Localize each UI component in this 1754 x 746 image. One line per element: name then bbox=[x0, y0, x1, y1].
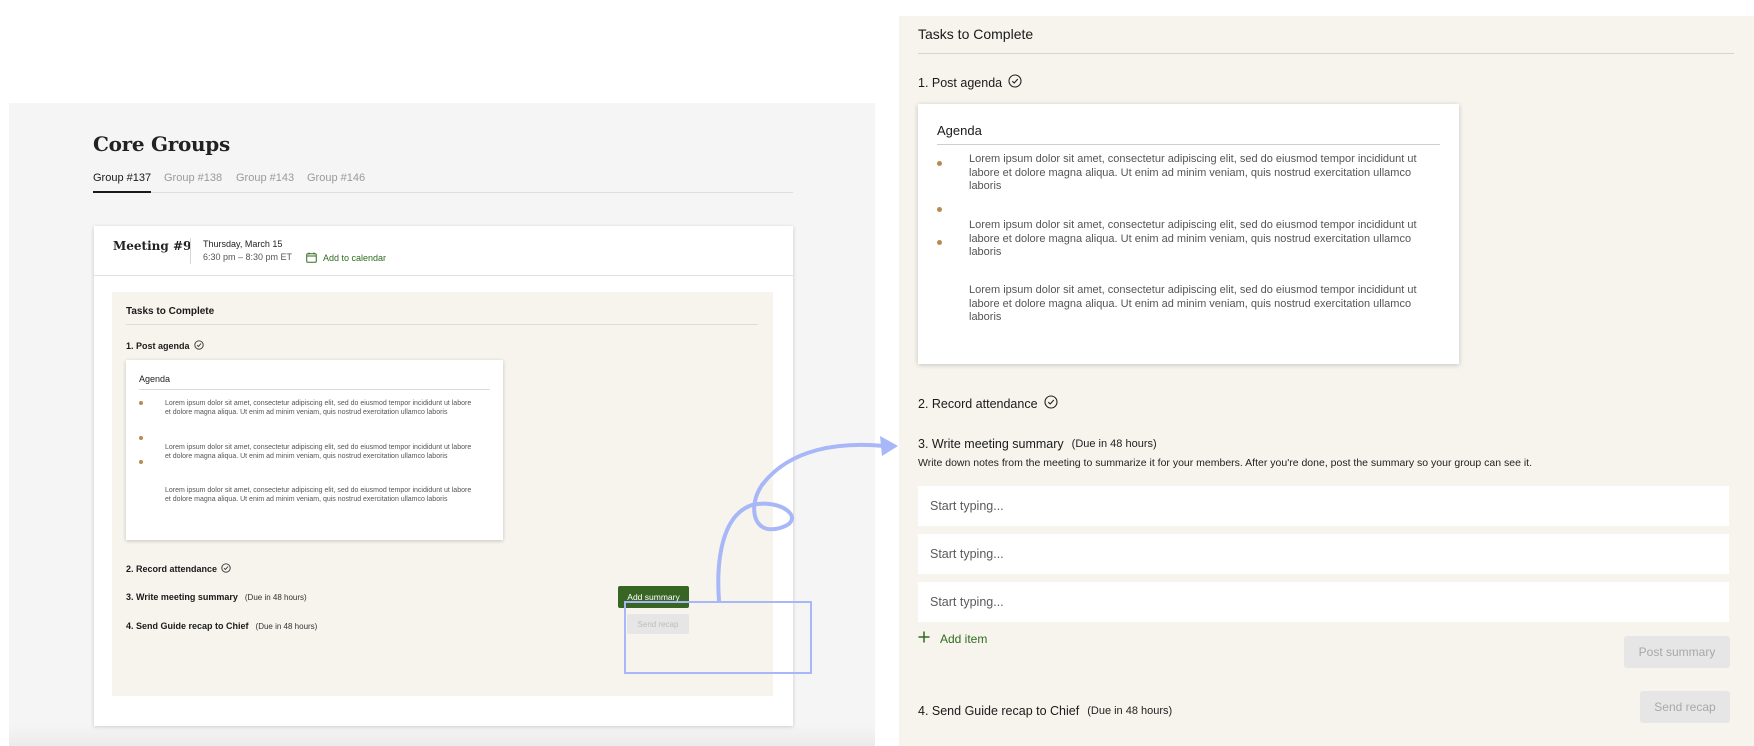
task-send-recap-label: 4. Send Guide recap to Chief bbox=[918, 704, 1080, 718]
agenda-card: Agenda Lorem ipsum dolor sit amet, conse… bbox=[918, 104, 1459, 364]
agenda-item-text: Lorem ipsum dolor sit amet, consectetur … bbox=[165, 487, 472, 503]
agenda-item-text: Lorem ipsum dolor sit amet, consectetur … bbox=[969, 153, 1417, 192]
add-to-calendar-label: Add to calendar bbox=[323, 253, 387, 263]
summary-input[interactable] bbox=[918, 534, 1729, 574]
check-circle-icon bbox=[1008, 74, 1022, 91]
meeting-time: 6:30 pm – 8:30 pm ET bbox=[203, 252, 293, 262]
meeting-date: Thursday, March 15 bbox=[203, 239, 283, 249]
agenda-divider bbox=[139, 389, 490, 390]
agenda-bullet bbox=[139, 436, 143, 440]
meeting-header: Meeting #9 Thursday, March 15 6:30 pm – … bbox=[94, 226, 793, 276]
task-record-attendance-label: 2. Record attendance bbox=[918, 396, 1038, 411]
check-circle-icon bbox=[221, 563, 231, 575]
agenda-bullet bbox=[139, 401, 143, 405]
task-due-label: (Due in 48 hours) bbox=[1087, 705, 1173, 717]
tab-group-146[interactable]: Group #146 bbox=[307, 171, 365, 193]
bottom-fade bbox=[9, 724, 875, 746]
task-write-summary-label: 3. Write meeting summary bbox=[126, 592, 238, 602]
page-title: Core Groups bbox=[93, 132, 230, 156]
summary-description: Write down notes from the meeting to sum… bbox=[918, 457, 1532, 469]
task-write-summary: 3. Write meeting summary (Due in 48 hour… bbox=[918, 437, 1157, 451]
right-detail-panel: Tasks to Complete 1. Post agenda Agenda … bbox=[899, 16, 1754, 746]
tab-group-143[interactable]: Group #143 bbox=[236, 171, 294, 193]
agenda-item-text: Lorem ipsum dolor sit amet, consectetur … bbox=[165, 400, 472, 416]
task-write-summary: 3. Write meeting summary (Due in 48 hour… bbox=[126, 592, 307, 602]
header-divider bbox=[190, 238, 191, 264]
task-record-attendance-label: 2. Record attendance bbox=[126, 564, 218, 574]
task-send-recap: 4. Send Guide recap to Chief (Due in 48 … bbox=[918, 704, 1172, 718]
task-post-agenda-label: 1. Post agenda bbox=[918, 75, 1003, 90]
highlight-box bbox=[624, 601, 812, 674]
task-record-attendance: 2. Record attendance bbox=[126, 563, 231, 575]
tasks-divider bbox=[918, 53, 1734, 54]
add-to-calendar-button[interactable]: Add to calendar bbox=[306, 251, 386, 265]
task-send-recap: 4. Send Guide recap to Chief (Due in 48 … bbox=[126, 621, 317, 631]
task-due-label: (Due in 48 hours) bbox=[244, 592, 307, 602]
agenda-title: Agenda bbox=[937, 123, 982, 138]
add-item-button[interactable]: Add item bbox=[918, 631, 987, 646]
agenda-card: Agenda Lorem ipsum dolor sit amet, conse… bbox=[126, 360, 503, 540]
meeting-title: Meeting #9 bbox=[113, 239, 192, 253]
task-record-attendance: 2. Record attendance bbox=[918, 395, 1058, 412]
task-post-agenda-label: 1. Post agenda bbox=[126, 341, 190, 351]
summary-input[interactable] bbox=[918, 582, 1729, 622]
task-due-label: (Due in 48 hours) bbox=[1071, 438, 1157, 450]
task-due-label: (Due in 48 hours) bbox=[255, 621, 318, 631]
calendar-icon bbox=[306, 252, 317, 265]
check-circle-icon bbox=[1043, 395, 1058, 412]
agenda-bullet bbox=[937, 207, 942, 212]
check-circle-icon bbox=[193, 340, 204, 352]
tasks-divider bbox=[126, 324, 758, 325]
task-post-agenda: 1. Post agenda bbox=[126, 340, 204, 352]
send-recap-button[interactable]: Send recap bbox=[1640, 691, 1730, 723]
group-tabs: Group #137 Group #138 Group #143 Group #… bbox=[93, 171, 793, 193]
agenda-bullet bbox=[937, 240, 942, 245]
tab-group-137[interactable]: Group #137 bbox=[93, 171, 152, 193]
summary-input[interactable] bbox=[918, 486, 1729, 526]
plus-icon bbox=[918, 631, 930, 646]
tab-group-138[interactable]: Group #138 bbox=[164, 171, 222, 193]
agenda-title: Agenda bbox=[139, 374, 171, 384]
agenda-divider bbox=[937, 144, 1440, 145]
agenda-bullet bbox=[937, 161, 942, 166]
agenda-item-text: Lorem ipsum dolor sit amet, consectetur … bbox=[165, 444, 472, 460]
agenda-item-text: Lorem ipsum dolor sit amet, consectetur … bbox=[969, 284, 1417, 323]
task-send-recap-label: 4. Send Guide recap to Chief bbox=[126, 621, 249, 631]
task-write-summary-label: 3. Write meeting summary bbox=[918, 437, 1064, 451]
tasks-title: Tasks to Complete bbox=[126, 306, 215, 317]
add-item-label: Add item bbox=[940, 631, 988, 646]
tasks-title: Tasks to Complete bbox=[918, 26, 1034, 42]
post-summary-button[interactable]: Post summary bbox=[1624, 636, 1730, 668]
task-post-agenda: 1. Post agenda bbox=[918, 74, 1022, 91]
agenda-bullet bbox=[139, 460, 143, 464]
agenda-item-text: Lorem ipsum dolor sit amet, consectetur … bbox=[969, 219, 1417, 258]
